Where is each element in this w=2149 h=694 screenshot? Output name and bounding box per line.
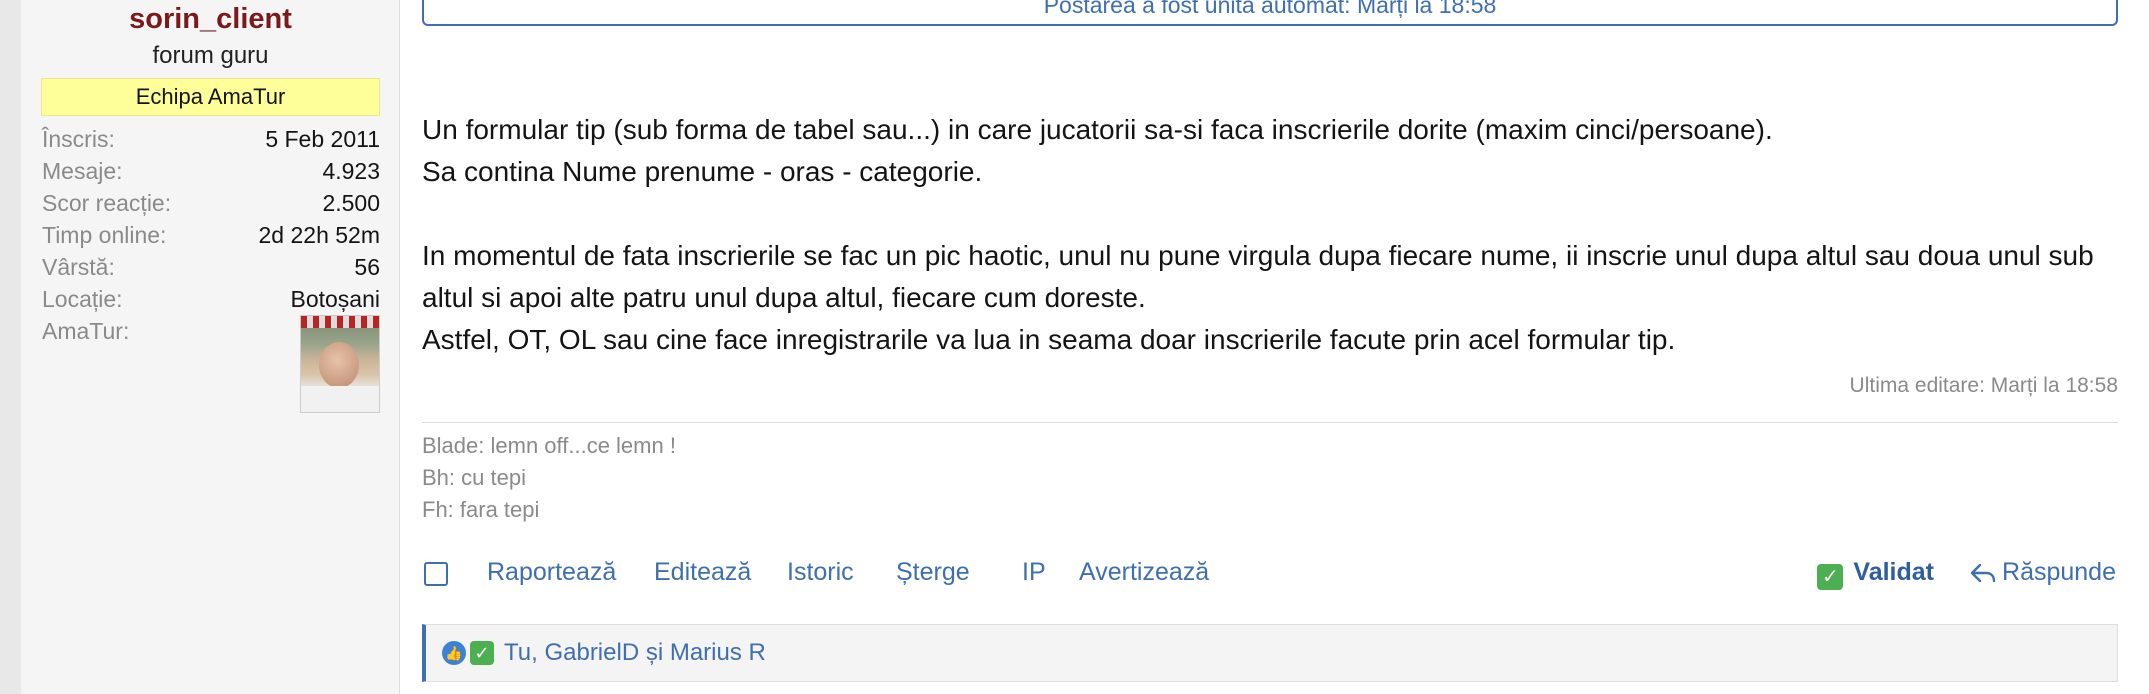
stat-label: AmaTur:: [42, 318, 130, 344]
post-paragraph: Sa contina Nume prenume - oras - categor…: [422, 156, 983, 187]
signature-line: Bh: cu tepi: [422, 465, 526, 490]
user-banner: Echipa AmaTur: [41, 78, 380, 116]
post-main: Postarea a fost unită automat: Marți la …: [400, 0, 2149, 694]
post-paragraph: Un formular tip (sub forma de tabel sau.…: [422, 114, 1773, 145]
stat-messages: Mesaje: 4.923: [42, 155, 380, 187]
signature-divider: [422, 422, 2118, 423]
avatar-shirt: [301, 386, 379, 412]
history-link[interactable]: Istoric: [787, 552, 854, 592]
user-stats: Înscris: 5 Feb 2011 Mesaje: 4.923 Scor rea…: [42, 123, 380, 347]
stat-label: Scor reacție:: [42, 190, 172, 216]
like-icon: 👍: [442, 641, 466, 665]
user-sidebar: sorin_client forum guru Echipa AmaTur În…: [21, 0, 400, 694]
stat-value: 2d 22h 52m: [258, 222, 380, 248]
warn-link[interactable]: Avertizează: [1079, 552, 1209, 592]
stat-age: Vârstă: 56: [42, 251, 380, 283]
username-link[interactable]: sorin_client: [21, 0, 400, 38]
reactions-bar[interactable]: 👍 ✓ Tu, GabrielD și Marius R: [422, 624, 2118, 682]
user-avatar[interactable]: [300, 315, 380, 413]
avatar-flag: [301, 316, 379, 328]
stat-label: Timp online:: [42, 222, 167, 248]
left-gutter: [0, 0, 22, 694]
validated-button[interactable]: ✓ Validat: [1817, 552, 1934, 592]
signature-line: Blade: lemn off...ce lemn !: [422, 433, 676, 458]
user-title: forum guru: [152, 42, 269, 69]
last-edited: Ultima editare: Marți la 18:58: [1849, 374, 2118, 397]
stat-value[interactable]: 4.923: [322, 155, 380, 187]
check-icon: ✓: [470, 641, 494, 665]
post-body: Un formular tip (sub forma de tabel sau.…: [422, 109, 2122, 361]
edit-link[interactable]: Editează: [654, 552, 751, 592]
post-paragraph: Astfel, OT, OL sau cine face inregistrar…: [422, 324, 1676, 355]
avatar-face: [319, 342, 359, 388]
ip-link[interactable]: IP: [1022, 552, 1046, 592]
report-link[interactable]: Raportează: [487, 552, 616, 592]
stat-online-time: Timp online: 2d 22h 52m: [42, 219, 380, 251]
reactions-users[interactable]: Tu, GabrielD și Marius R: [504, 625, 766, 681]
post-actions: Raportează Editează Istoric Șterge IP Av…: [422, 552, 2118, 592]
stat-reaction-score: Scor reacție: 2.500: [42, 187, 380, 219]
validated-label: Validat: [1853, 558, 1934, 586]
reply-icon: [1970, 563, 1996, 583]
stat-label: Înscris:: [42, 126, 115, 152]
select-post-checkbox[interactable]: [424, 562, 448, 586]
stat-value: Botoșani: [290, 286, 380, 312]
reply-label: Răspunde: [2002, 558, 2116, 586]
delete-link[interactable]: Șterge: [896, 552, 970, 592]
check-icon: ✓: [1817, 564, 1844, 590]
stat-value: 2.500: [322, 190, 380, 216]
stat-value: 5 Feb 2011: [265, 126, 380, 152]
stat-value: 56: [354, 254, 380, 280]
stat-label: Locație:: [42, 286, 123, 312]
stat-label: Vârstă:: [42, 254, 115, 280]
signature-line: Fh: fara tepi: [422, 497, 540, 522]
post-paragraph: In momentul de fata inscrierile se fac u…: [422, 240, 2094, 313]
signature: Blade: lemn off...ce lemn ! Bh: cu tepi …: [422, 430, 676, 526]
stat-joined: Înscris: 5 Feb 2011: [42, 123, 380, 155]
merged-notice: Postarea a fost unită automat: Marți la …: [422, 0, 2118, 26]
stat-location: Locație: Botoșani: [42, 283, 380, 315]
reply-button[interactable]: Răspunde: [1970, 552, 2116, 592]
stat-label: Mesaje:: [42, 158, 123, 184]
